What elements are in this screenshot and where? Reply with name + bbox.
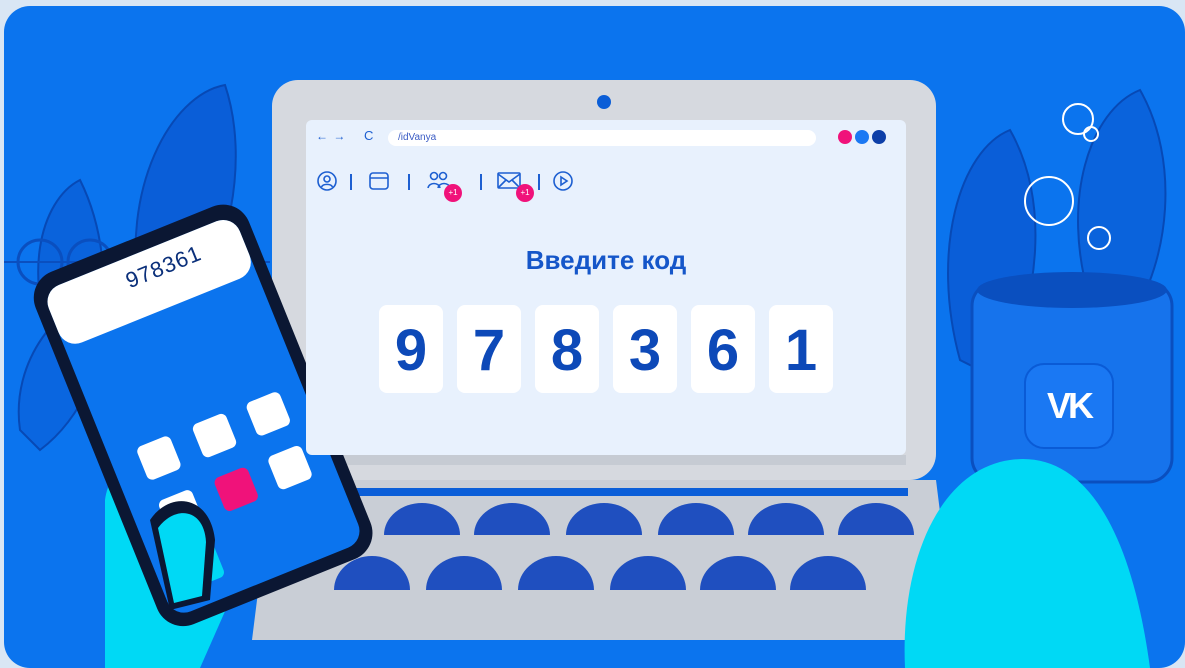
profile-icon[interactable] xyxy=(316,170,338,192)
code-input: 9 7 8 3 6 1 xyxy=(379,305,833,393)
toolbar-divider xyxy=(538,174,540,190)
reload-icon[interactable]: C xyxy=(364,128,373,143)
laptop-camera xyxy=(597,95,611,109)
illustration: 978361 ← → C /idVanya +1 +1 Введите код … xyxy=(0,0,1185,668)
window-dot-blue[interactable] xyxy=(855,130,869,144)
toolbar-divider xyxy=(350,174,352,190)
bubble-1 xyxy=(1062,103,1094,135)
screen-bezel-bottom xyxy=(306,455,906,465)
right-hand xyxy=(904,459,1150,668)
mug-rim xyxy=(977,272,1167,308)
window-icon[interactable] xyxy=(368,170,390,192)
friends-badge: +1 xyxy=(444,184,462,202)
code-digit-cell[interactable]: 7 xyxy=(457,305,521,393)
play-icon[interactable] xyxy=(552,170,574,192)
window-dot-pink[interactable] xyxy=(838,130,852,144)
vk-logo: VK xyxy=(1024,363,1114,449)
code-digit-cell[interactable]: 6 xyxy=(691,305,755,393)
address-bar[interactable]: /idVanya xyxy=(388,130,816,146)
toolbar-divider xyxy=(480,174,482,190)
nav-arrows-icon[interactable]: ← → xyxy=(316,129,346,143)
code-digit-cell[interactable]: 3 xyxy=(613,305,677,393)
code-digit-cell[interactable]: 9 xyxy=(379,305,443,393)
window-dot-navy[interactable] xyxy=(872,130,886,144)
toolbar-divider xyxy=(408,174,410,190)
code-digit-cell[interactable]: 8 xyxy=(535,305,599,393)
code-prompt-title: Введите код xyxy=(525,245,687,275)
laptop-hinge xyxy=(300,488,908,496)
laptop-screen: ← → C /idVanya +1 +1 Введите код 9 7 8 3… xyxy=(306,120,906,455)
code-digit-cell[interactable]: 1 xyxy=(769,305,833,393)
messages-badge: +1 xyxy=(516,184,534,202)
window-controls xyxy=(838,130,886,144)
